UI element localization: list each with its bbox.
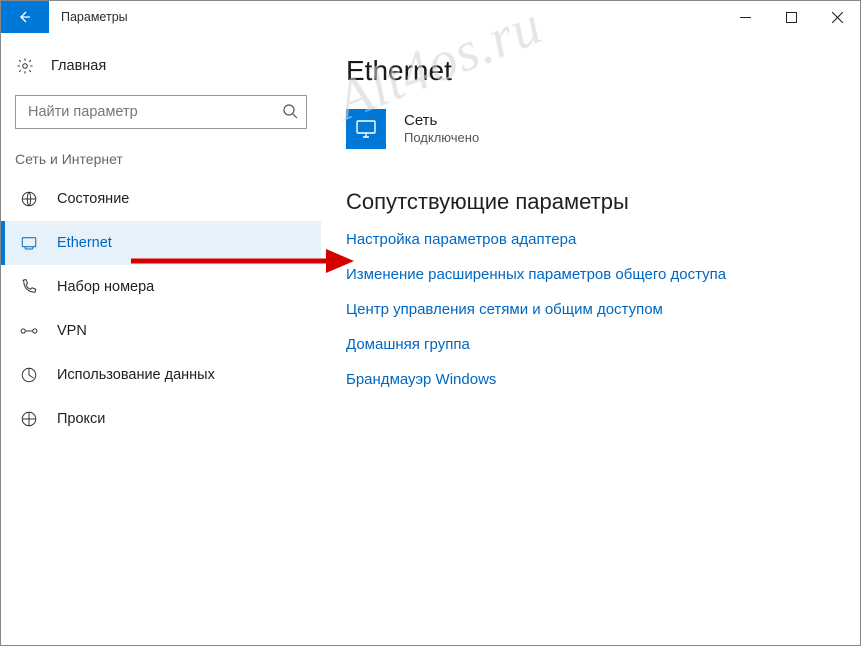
arrow-left-icon	[17, 9, 33, 25]
maximize-button[interactable]	[768, 1, 814, 33]
window-controls	[722, 1, 860, 33]
sidebar-item-datausage[interactable]: Использование данных	[1, 353, 321, 397]
titlebar: Параметры	[1, 1, 860, 33]
sidebar-item-label: Ethernet	[57, 235, 112, 251]
sidebar-group-title: Сеть и Интернет	[1, 147, 321, 177]
close-icon	[832, 12, 843, 23]
network-status: Подключено	[404, 130, 479, 146]
maximize-icon	[786, 12, 797, 23]
minimize-button[interactable]	[722, 1, 768, 33]
proxy-icon	[19, 410, 39, 428]
search-input[interactable]	[26, 103, 282, 121]
monitor-icon	[354, 117, 378, 141]
globe-icon	[19, 190, 39, 208]
window-title: Параметры	[49, 1, 722, 33]
page-heading: Ethernet	[346, 55, 840, 87]
link-homegroup[interactable]: Домашняя группа	[346, 336, 840, 353]
network-entry[interactable]: Сеть Подключено	[346, 109, 840, 149]
sidebar-item-dialup[interactable]: Набор номера	[1, 265, 321, 309]
sidebar-item-label: Состояние	[57, 191, 129, 207]
sidebar-item-label: Прокси	[57, 411, 105, 427]
sidebar-item-status[interactable]: Состояние	[1, 177, 321, 221]
home-label: Главная	[51, 58, 106, 74]
back-button[interactable]	[1, 1, 49, 33]
search-box[interactable]	[15, 95, 307, 129]
minimize-icon	[740, 12, 751, 23]
network-name: Сеть	[404, 112, 479, 131]
phone-icon	[19, 278, 39, 296]
data-usage-icon	[19, 366, 39, 384]
vpn-icon	[19, 324, 39, 338]
ethernet-icon	[19, 234, 39, 252]
sidebar-item-vpn[interactable]: VPN	[1, 309, 321, 353]
link-network-center[interactable]: Центр управления сетями и общим доступом	[346, 301, 840, 318]
sidebar-item-label: VPN	[57, 323, 87, 339]
sidebar-item-ethernet[interactable]: Ethernet	[1, 221, 321, 265]
link-adapter-settings[interactable]: Настройка параметров адаптера	[346, 231, 840, 248]
main-panel: Ethernet Сеть Подключено Сопутствующие п…	[321, 33, 860, 645]
network-tile-icon	[346, 109, 386, 149]
sidebar-item-proxy[interactable]: Прокси	[1, 397, 321, 441]
link-firewall[interactable]: Брандмауэр Windows	[346, 371, 840, 388]
related-heading: Сопутствующие параметры	[346, 189, 840, 215]
sidebar-item-label: Использование данных	[57, 367, 215, 383]
link-advanced-sharing[interactable]: Изменение расширенных параметров общего …	[346, 266, 840, 283]
sidebar-item-label: Набор номера	[57, 279, 154, 295]
search-icon	[282, 103, 298, 122]
home-button[interactable]: Главная	[1, 51, 321, 81]
related-links: Настройка параметров адаптера Изменение …	[346, 231, 840, 388]
close-button[interactable]	[814, 1, 860, 33]
sidebar: Главная Сеть и Интернет Состояние	[1, 33, 321, 645]
gear-icon	[15, 57, 35, 75]
